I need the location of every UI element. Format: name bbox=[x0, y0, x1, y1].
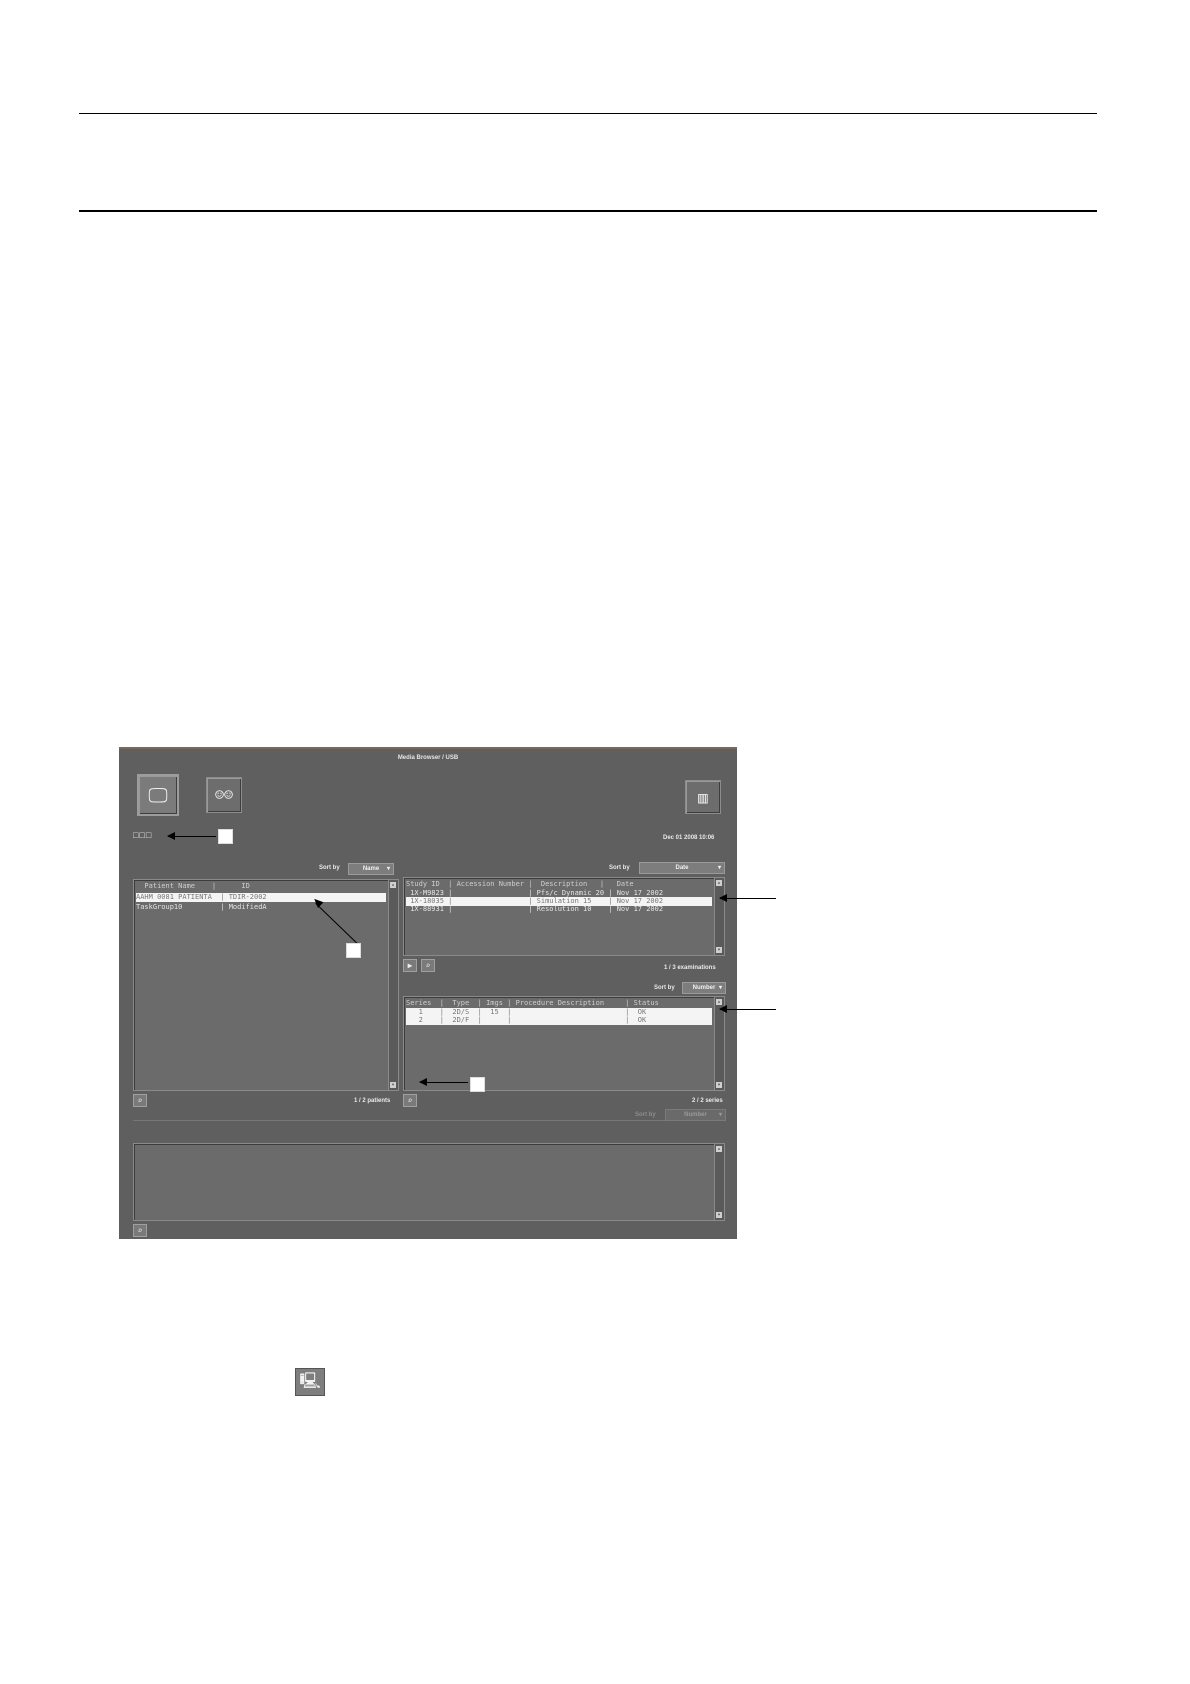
images-sort-select[interactable]: Number ▾ bbox=[665, 1109, 726, 1121]
series-list[interactable]: Series | Type | Imgs | Procedure Descrip… bbox=[403, 996, 725, 1091]
studies-sort-select[interactable]: Date ▾ bbox=[639, 862, 725, 874]
chevron-down-icon: ▾ bbox=[718, 985, 722, 991]
callout-box bbox=[470, 1077, 485, 1092]
series-row[interactable]: 2 | 2D/F | | | OK bbox=[406, 1016, 712, 1025]
media-browser-window: Media Browser / USB 🖵 ☺☺ ▥ □□□ Dec 01 20… bbox=[119, 747, 737, 1239]
patients-sort-select[interactable]: Name ▾ bbox=[348, 863, 394, 875]
search-icon: ⌕ bbox=[137, 1096, 143, 1105]
patients-search-button[interactable]: ⌕ bbox=[133, 1094, 147, 1107]
studies-play-button[interactable]: ▶ bbox=[403, 959, 417, 972]
drive-indicators[interactable]: □□□ bbox=[133, 830, 152, 840]
studies-sort-label: Sort by bbox=[609, 865, 630, 871]
studies-search-button[interactable]: ⌕ bbox=[421, 959, 435, 972]
studies-list[interactable]: Study ID | Accession Number | Descriptio… bbox=[403, 877, 725, 956]
exit-button[interactable]: ▥ bbox=[685, 780, 721, 814]
study-row[interactable]: 1X-88931 | | Resolution 10 | Nov 17 2002 bbox=[406, 905, 712, 914]
chevron-down-icon: ▾ bbox=[717, 865, 721, 871]
series-search-button[interactable]: ⌕ bbox=[403, 1094, 417, 1107]
media-export-icon[interactable]: 🖳 bbox=[295, 1368, 325, 1396]
play-icon: ▶ bbox=[407, 961, 413, 970]
patients-sort-value: Name bbox=[362, 866, 380, 872]
series-count: 2 / 2 series bbox=[692, 1098, 723, 1104]
header-rule-top bbox=[79, 113, 1097, 114]
patients-sort-label: Sort by bbox=[319, 865, 340, 871]
divider bbox=[133, 1120, 725, 1121]
callout-arrow bbox=[719, 894, 776, 902]
images-scrollbar[interactable]: ▴ ▾ bbox=[714, 1144, 724, 1220]
header-rule-bottom bbox=[79, 210, 1097, 212]
images-panel[interactable]: ▴ ▾ bbox=[133, 1143, 725, 1221]
datetime-display: Dec 01 2008 10:06 bbox=[663, 835, 715, 841]
studies-sort-value: Date bbox=[675, 865, 689, 871]
series-list-header: Series | Type | Imgs | Procedure Descrip… bbox=[406, 999, 659, 1007]
search-icon: ⌕ bbox=[137, 1226, 143, 1235]
media-drive-icon: 🖵 bbox=[148, 783, 168, 807]
search-icon: ⌕ bbox=[407, 1096, 413, 1105]
patients-button[interactable]: ☺☺ bbox=[206, 777, 242, 813]
chevron-down-icon: ▾ bbox=[386, 866, 390, 872]
callout-arrow bbox=[719, 1005, 776, 1013]
exit-door-icon: ▥ bbox=[698, 787, 708, 807]
patients-scrollbar[interactable]: ▴ ▾ bbox=[388, 880, 398, 1090]
chevron-down-icon: ▾ bbox=[718, 1112, 722, 1118]
series-sort-label: Sort by bbox=[654, 985, 675, 991]
series-sort-value: Number bbox=[692, 985, 716, 991]
patients-count: 1 / 2 patients bbox=[354, 1098, 391, 1104]
patient-row[interactable]: TaskGroup10 | ModifiedA bbox=[136, 903, 386, 912]
series-sort-select[interactable]: Number ▾ bbox=[682, 982, 726, 994]
callout-box bbox=[346, 943, 361, 958]
patients-list[interactable]: Patient Name | ID AAHM 0081 PATIENTA | T… bbox=[133, 879, 399, 1091]
images-search-button[interactable]: ⌕ bbox=[133, 1224, 147, 1237]
callout-box bbox=[218, 829, 233, 844]
studies-scrollbar[interactable]: ▴ ▾ bbox=[714, 878, 724, 955]
callout-arrow bbox=[167, 832, 216, 840]
studies-count: 1 / 3 examinations bbox=[664, 965, 716, 971]
search-icon: ⌕ bbox=[425, 961, 431, 970]
callout-arrow bbox=[419, 1078, 468, 1086]
patients-list-header: Patient Name | ID bbox=[136, 882, 250, 890]
patients-group-icon: ☺☺ bbox=[214, 786, 234, 804]
patient-row[interactable]: AAHM 0081 PATIENTA | TDIR-2002 bbox=[136, 893, 386, 902]
media-drive-button[interactable]: 🖵 bbox=[137, 774, 179, 816]
images-sort-value: Number bbox=[684, 1112, 707, 1118]
studies-list-header: Study ID | Accession Number | Descriptio… bbox=[406, 880, 634, 888]
images-sort-label: Sort by bbox=[635, 1112, 656, 1118]
window-title: Media Browser / USB bbox=[397, 755, 459, 761]
